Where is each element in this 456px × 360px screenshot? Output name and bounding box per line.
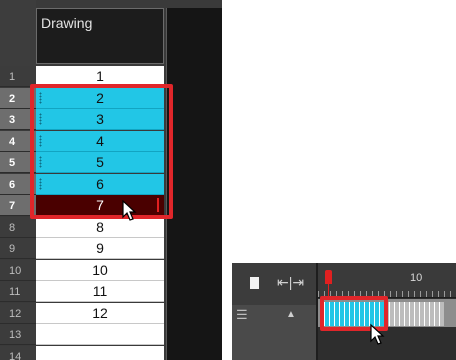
drawing-column-header[interactable]: Drawing — [36, 8, 164, 64]
selection-highlight-box — [30, 84, 173, 219]
xsheet-panel: Drawing 1 1 2 2 3 3 4 4 5 5 6 6 7 7 8 8 9 9 10 10 11 11 12 12 13… — [0, 0, 222, 360]
square-icon[interactable] — [250, 277, 259, 289]
mouse-cursor-icon — [370, 323, 385, 345]
row-number-header — [0, 0, 36, 66]
ruler-frame-label: 10 — [410, 272, 423, 284]
cell-value: 1 — [96, 68, 104, 84]
drawing-cell[interactable]: 9 — [36, 238, 164, 259]
row-number[interactable]: 12 — [0, 302, 36, 324]
timeline-frame-cell[interactable] — [439, 302, 444, 326]
row-number[interactable]: 11 — [0, 281, 36, 302]
timeline-panel: ⇤|⇥ ☰ ▲ 10 — [232, 263, 456, 360]
scroll-up-icon[interactable]: ▲ — [286, 309, 300, 323]
layer-header[interactable]: ☰ ▲ — [232, 305, 316, 360]
cell-value: 11 — [92, 283, 108, 299]
drawing-cell[interactable]: 11 — [36, 281, 164, 302]
split-view-icon[interactable]: ⇤|⇥ — [277, 274, 304, 291]
row-number[interactable]: 9 — [0, 238, 36, 259]
drawing-cell[interactable]: 8 — [36, 216, 164, 238]
cell-value: 8 — [96, 218, 104, 235]
cell-value: 10 — [92, 261, 108, 278]
cell-value: 12 — [92, 304, 108, 321]
frame-ruler[interactable]: 10 — [318, 263, 456, 298]
drawing-cell[interactable]: 10 — [36, 259, 164, 281]
mouse-cursor-icon — [122, 200, 137, 221]
drawing-cell[interactable] — [36, 345, 164, 360]
layer-icon: ☰ — [236, 307, 248, 322]
row-number[interactable]: 10 — [0, 259, 36, 281]
drawing-cell[interactable]: 12 — [36, 302, 164, 324]
row-number[interactable]: 8 — [0, 216, 36, 238]
playhead-handle[interactable] — [325, 270, 332, 284]
drawing-cell[interactable] — [36, 324, 164, 345]
row-number[interactable]: 14 — [0, 345, 36, 360]
cell-value: 9 — [96, 240, 104, 256]
row-number[interactable]: 13 — [0, 324, 36, 345]
column-header-label: Drawing — [41, 15, 93, 31]
timeline-toolbar: ⇤|⇥ — [232, 263, 316, 305]
empty-column-area — [166, 8, 222, 360]
